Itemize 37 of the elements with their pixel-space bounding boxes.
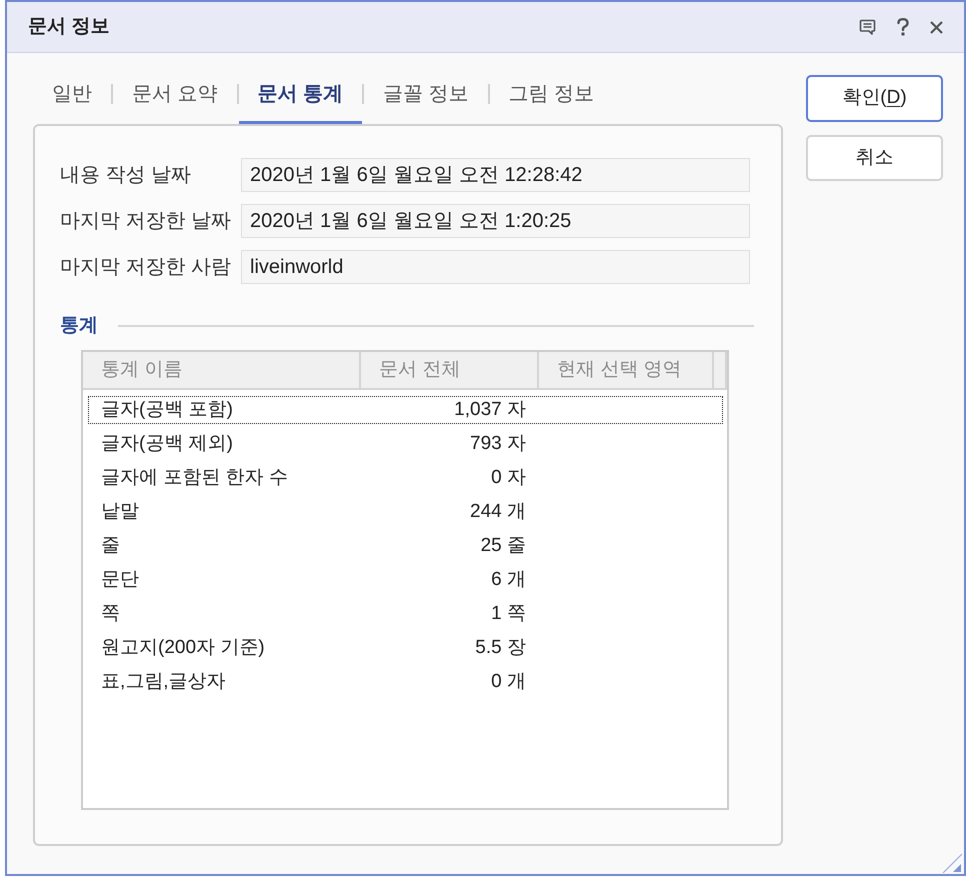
table-cell-text: 표,그림,글상자	[100, 670, 227, 694]
resize-grip-icon[interactable]	[942, 853, 962, 873]
table-cell-text: 0 개	[490, 670, 526, 694]
field-label: 내용 작성 날짜	[60, 163, 192, 188]
tab[interactable]: 그림 정보	[490, 74, 614, 124]
field-label: 마지막 저장한 사람	[60, 255, 232, 280]
tab[interactable]: 일반	[33, 74, 111, 124]
comment-icon[interactable]	[859, 19, 876, 35]
table-cell-text: 0 자	[490, 466, 526, 490]
text-field[interactable]: liveinworld	[241, 250, 750, 284]
section-title: 통계	[60, 314, 98, 338]
table-cell-text: 25 줄	[480, 534, 526, 558]
window-title: 문서 정보	[28, 14, 110, 39]
table-cell-text: 줄	[100, 534, 121, 558]
tab[interactable]: 문서 요약	[113, 74, 237, 124]
dialog-button[interactable]: 확인(D)	[806, 75, 943, 122]
dialog-button[interactable]: 취소	[806, 135, 943, 181]
table-cell-text: 1 쪽	[490, 602, 526, 626]
table-cell-text: 글자에 포함된 한자 수	[100, 466, 289, 490]
tab[interactable]: 글꼴 정보	[364, 74, 488, 124]
table-cell-text: 5.5 장	[474, 636, 526, 660]
table-cell-text: 쪽	[100, 602, 121, 626]
field-label: 마지막 저장한 날짜	[60, 209, 232, 234]
help-icon[interactable]	[897, 18, 909, 36]
table-cell-text: 글자(공백 포함)	[100, 398, 234, 422]
table-cell-text: 원고지(200자 기준)	[100, 636, 266, 660]
table-cell-text: 낱말	[100, 500, 140, 524]
table-cell-text: 1,037 자	[453, 398, 526, 422]
text-field[interactable]: 2020년 1월 6일 월요일 오전 12:28:42	[241, 158, 750, 192]
table-cell-text: 글자(공백 제외)	[100, 432, 234, 456]
close-icon[interactable]	[930, 20, 943, 34]
table-cell-text: 6 개	[490, 568, 526, 592]
text-field[interactable]: 2020년 1월 6일 월요일 오전 1:20:25	[241, 204, 750, 238]
table-cell-text: 793 자	[469, 432, 526, 456]
table-cell-text: 문단	[100, 568, 140, 592]
focused-row[interactable]: 글자(공백 포함) 1,037 자	[88, 396, 723, 424]
table-cell-text: 244 개	[469, 500, 526, 524]
